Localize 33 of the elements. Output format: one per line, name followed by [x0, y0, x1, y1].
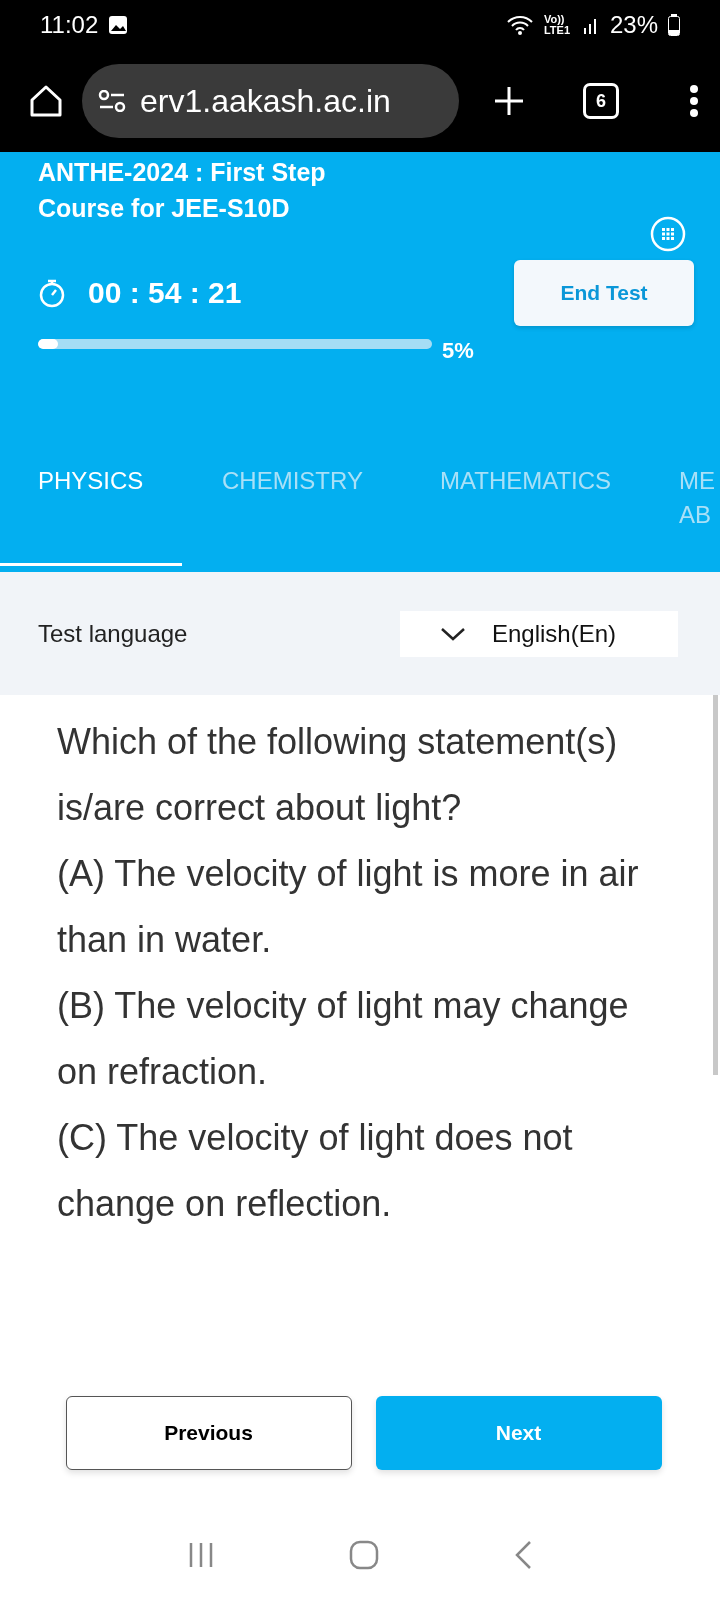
subject-tab[interactable]: ME AB: [653, 442, 720, 566]
battery-percent: 23%: [609, 11, 658, 39]
question-text: Which of the following statement(s) is/are correct about light?: [57, 720, 619, 830]
home-button-icon[interactable]: [349, 1540, 379, 1570]
statement-text: (A) The velocity of light is more in air than in water.: [57, 852, 640, 962]
plus-icon[interactable]: [493, 85, 525, 117]
image-icon: [108, 15, 129, 35]
language-select[interactable]: English(En): [400, 610, 678, 657]
statement-text: (C) The velocity of light does not change on reflection.: [57, 1116, 574, 1226]
subject-tab[interactable]: CHEMISTRY: [182, 442, 400, 566]
site-settings-icon[interactable]: [98, 90, 126, 112]
home-icon[interactable]: [28, 83, 64, 119]
previous-button[interactable]: Previous: [65, 1396, 352, 1470]
stopwatch-icon: [38, 278, 66, 308]
subject-tab[interactable]: MATHEMATICS: [400, 442, 653, 566]
next-button[interactable]: Next: [375, 1396, 662, 1470]
wifi-icon: [505, 14, 534, 36]
tab-count[interactable]: 6: [583, 83, 619, 119]
back-icon[interactable]: [514, 1540, 533, 1570]
statement-text: (B) The velocity of light may change on refraction.: [57, 984, 630, 1094]
address-bar[interactable]: erv1.aakash.ac.in: [82, 64, 459, 138]
end-test-button[interactable]: End Test: [514, 260, 694, 326]
battery-icon: [668, 14, 680, 36]
timer: 00 : 54 : 21: [88, 276, 242, 310]
subject-tab[interactable]: PHYSICS: [0, 442, 182, 566]
chevron-down-icon: [440, 626, 466, 641]
network-label: Vo)) LTE1: [543, 14, 572, 36]
progress-percent: 5%: [442, 338, 474, 364]
clock-time: 11:02: [40, 11, 99, 39]
recent-apps-icon[interactable]: [187, 1541, 214, 1569]
more-menu-icon[interactable]: [689, 85, 699, 117]
test-title: ANTHE-2024 : First Step Course for JEE-S10D: [37, 157, 327, 224]
language-label: Test language: [38, 619, 188, 648]
